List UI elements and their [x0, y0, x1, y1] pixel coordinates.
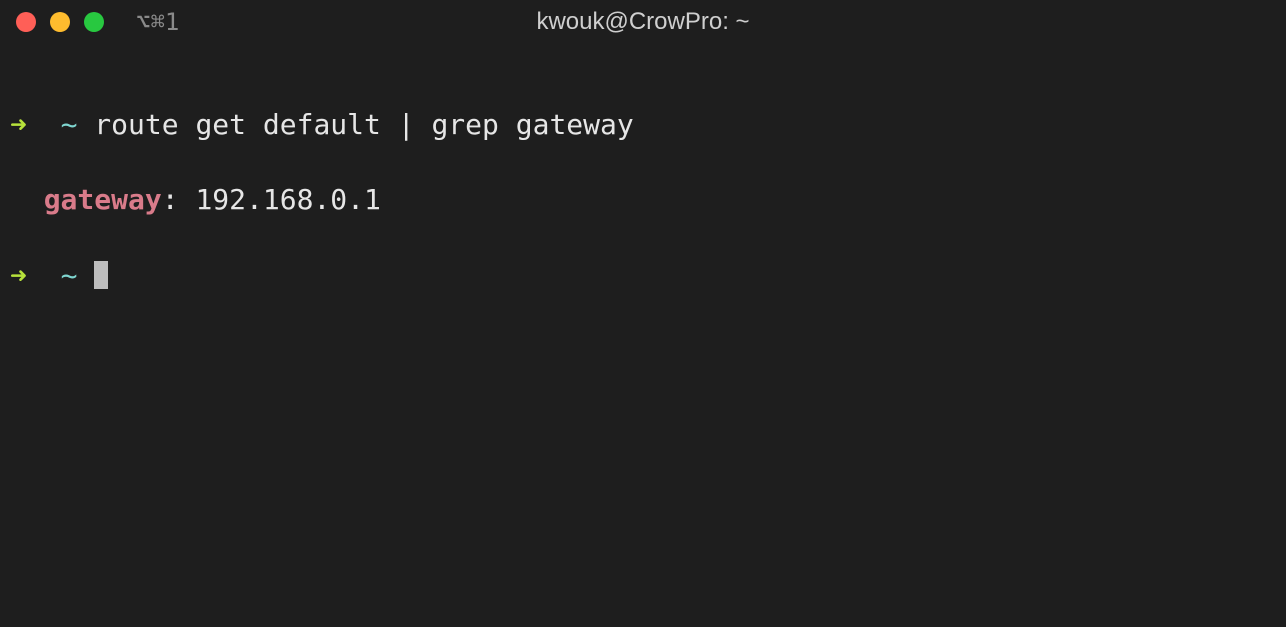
output-line-1: gateway: 192.168.0.1	[10, 181, 1276, 219]
output-value: 192.168.0.1	[195, 183, 380, 216]
window-title: kwouk@CrowPro: ~	[536, 8, 749, 36]
close-window-button[interactable]	[16, 12, 36, 32]
prompt-arrow-icon: ➜	[10, 259, 27, 292]
prompt-cwd: ~	[61, 259, 78, 292]
prompt-line-2: ➜ ~	[10, 257, 1276, 295]
zoom-window-button[interactable]	[84, 12, 104, 32]
output-key: gateway	[44, 183, 162, 216]
minimize-window-button[interactable]	[50, 12, 70, 32]
text-cursor	[94, 261, 108, 289]
prompt-cwd: ~	[61, 108, 78, 141]
tab-shortcut-label: ⌥⌘1	[136, 8, 179, 36]
entered-command: route get default | grep gateway	[94, 108, 633, 141]
prompt-arrow-icon: ➜	[10, 108, 27, 141]
traffic-lights	[16, 12, 104, 32]
output-sep: :	[162, 183, 196, 216]
window-titlebar: ⌥⌘1 kwouk@CrowPro: ~	[0, 0, 1286, 44]
prompt-line-1: ➜ ~ route get default | grep gateway	[10, 106, 1276, 144]
terminal-output-area[interactable]: ➜ ~ route get default | grep gateway gat…	[0, 44, 1286, 343]
